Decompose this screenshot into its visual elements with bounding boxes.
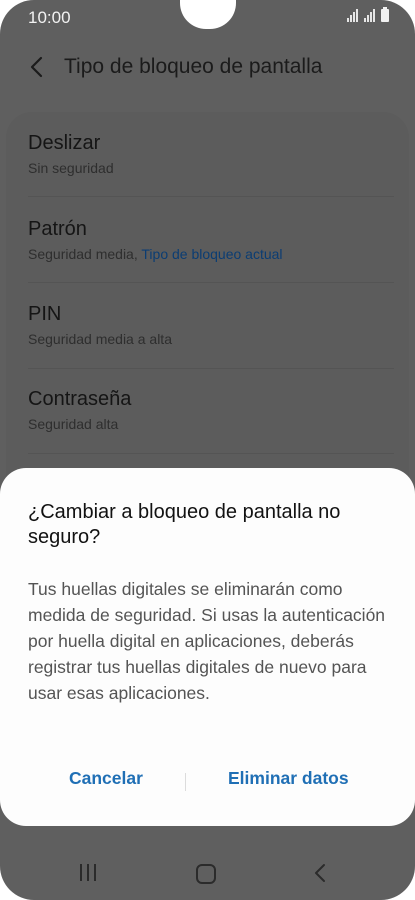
divider <box>28 282 394 283</box>
option-subtitle: Seguridad media a alta <box>28 331 172 347</box>
status-bar: 10:00 <box>0 0 415 34</box>
cancel-button[interactable]: Cancelar <box>69 768 143 789</box>
divider <box>28 453 394 454</box>
dialog-message: Tus huellas digitales se eliminarán como… <box>28 579 386 703</box>
dialog-title: ¿Cambiar a bloqueo de pantalla no seguro… <box>28 501 341 548</box>
confirm-dialog: ¿Cambiar a bloqueo de pantalla no seguro… <box>0 468 415 826</box>
list-item-pin[interactable]: PIN Seguridad media a alta <box>28 303 388 347</box>
phone-screen: 10:00 Tipo de bloqueo de pantalla Desliz… <box>0 0 415 900</box>
app-header: Tipo de bloqueo de pantalla <box>0 44 415 90</box>
option-title: Contraseña <box>28 388 132 410</box>
navigation-bar <box>0 848 415 898</box>
option-title: Patrón <box>28 218 87 240</box>
option-subtitle: Sin seguridad <box>28 160 114 176</box>
divider <box>28 368 394 369</box>
battery-icon <box>381 7 389 22</box>
option-title: PIN <box>28 303 62 325</box>
status-time: 10:00 <box>28 8 71 27</box>
chevron-left-icon[interactable] <box>26 54 48 80</box>
list-item-contrasena[interactable]: Contraseña Seguridad alta <box>28 388 388 432</box>
list-item-patron[interactable]: Patrón Seguridad media, Tipo de bloqueo … <box>28 218 388 262</box>
signal-icon <box>347 9 358 22</box>
page-title: Tipo de bloqueo de pantalla <box>64 55 323 78</box>
delete-data-button[interactable]: Eliminar datos <box>228 768 349 789</box>
option-subtitle: Seguridad alta <box>28 416 119 432</box>
option-subtitle: Seguridad media, Tipo de bloqueo actual <box>28 246 388 262</box>
current-lock-label: Tipo de bloqueo actual <box>141 246 283 262</box>
back-icon[interactable] <box>313 862 327 884</box>
divider <box>28 196 394 197</box>
option-title: Deslizar <box>28 132 101 154</box>
option-security-level: Seguridad media, <box>28 246 138 262</box>
status-icons <box>347 7 389 22</box>
lock-options-list: Deslizar Sin seguridad Patrón Seguridad … <box>6 112 409 512</box>
home-icon[interactable] <box>196 864 216 884</box>
button-separator <box>185 773 186 791</box>
list-item-deslizar[interactable]: Deslizar Sin seguridad <box>28 132 388 176</box>
signal-icon <box>364 9 375 22</box>
dialog-actions: Cancelar Eliminar datos <box>0 768 415 798</box>
recent-apps-icon[interactable] <box>80 864 100 884</box>
